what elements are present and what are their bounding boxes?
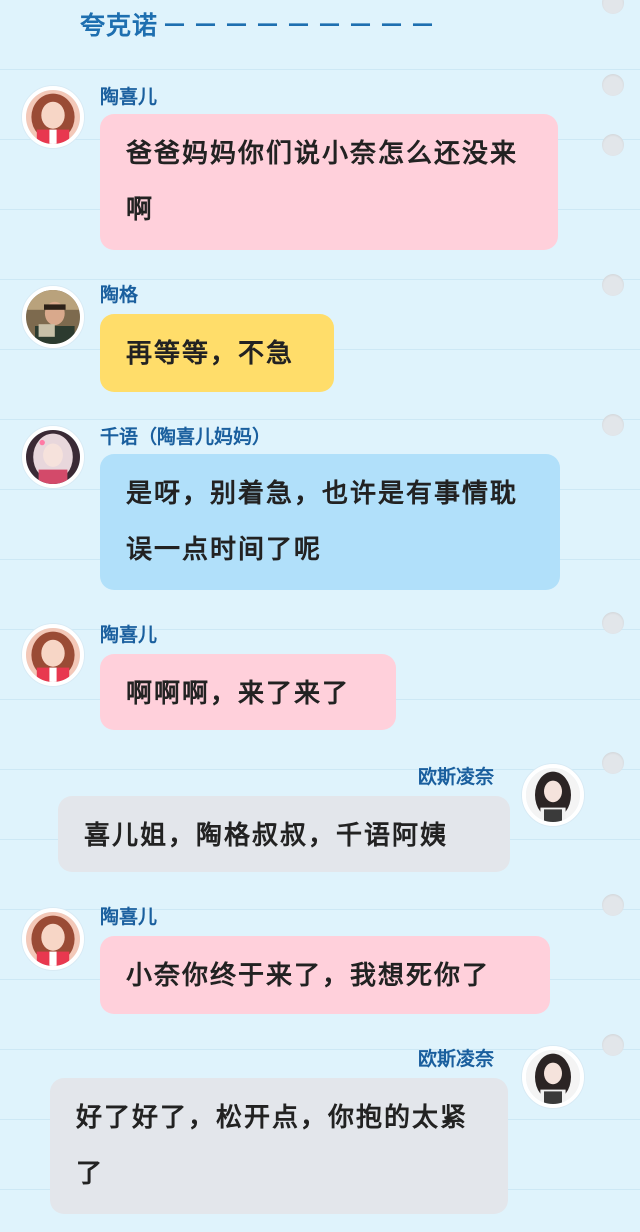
binder-hole: [602, 612, 624, 634]
binder-hole: [602, 0, 624, 14]
qianyu-avatar[interactable]: [22, 426, 84, 488]
xier-avatar[interactable]: [22, 624, 84, 686]
binder-hole: [602, 752, 624, 774]
lingnai-avatar[interactable]: [522, 1046, 584, 1108]
chat-title: 夸克诺: [80, 11, 159, 40]
sender-name: 陶喜儿: [100, 906, 158, 928]
sender-name: 欧斯凌奈: [418, 766, 495, 788]
message-bubble[interactable]: 啊啊啊，来了来了: [100, 654, 396, 730]
binder-hole: [602, 894, 624, 916]
sender-name: 陶喜儿: [100, 624, 158, 646]
binder-hole: [602, 134, 624, 156]
binder-hole: [602, 1034, 624, 1056]
title-dashes: －－－－－－－－－: [162, 11, 442, 40]
sender-name: 陶喜儿: [100, 86, 158, 108]
binder-hole: [602, 274, 624, 296]
tage-avatar[interactable]: [22, 286, 84, 348]
lingnai-avatar[interactable]: [522, 764, 584, 826]
message-bubble[interactable]: 是呀，别着急，也许是有事情耽误一点时间了呢: [100, 454, 560, 590]
message-bubble[interactable]: 爸爸妈妈你们说小奈怎么还没来啊: [100, 114, 558, 250]
sender-name: 陶格: [100, 284, 139, 306]
sender-name: 欧斯凌奈: [418, 1048, 495, 1070]
sender-name: 千语（陶喜儿妈妈）: [100, 426, 272, 448]
message-bubble[interactable]: 喜儿姐，陶格叔叔，千语阿姨: [58, 796, 510, 872]
message-bubble[interactable]: 小奈你终于来了，我想死你了: [100, 936, 550, 1014]
xier-avatar[interactable]: [22, 908, 84, 970]
binder-holes: [602, 0, 626, 1232]
message-bubble[interactable]: 再等等，不急: [100, 314, 334, 392]
binder-hole: [602, 74, 624, 96]
xier-avatar[interactable]: [22, 86, 84, 148]
binder-hole: [602, 414, 624, 436]
message-bubble[interactable]: 好了好了，松开点，你抱的太紧了: [50, 1078, 508, 1214]
chat-header: 夸克诺 －－－－－－－－－: [80, 4, 441, 44]
